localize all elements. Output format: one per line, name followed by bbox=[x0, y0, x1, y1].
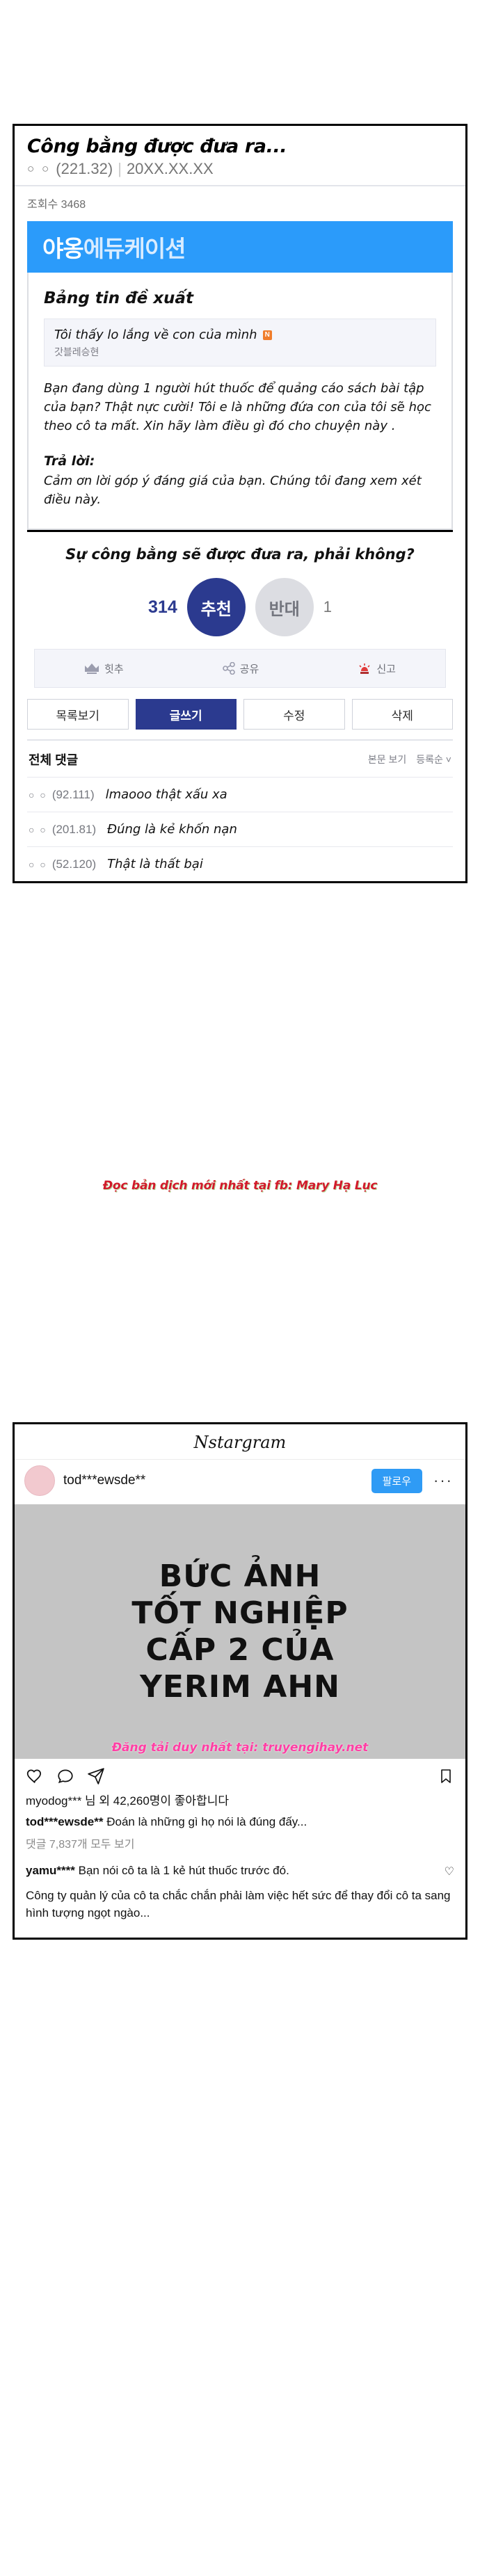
education-banner: 야옹에듀케이션 bbox=[27, 221, 453, 273]
meta-separator: | bbox=[118, 160, 122, 177]
post-date: 20XX.XX.XX bbox=[126, 160, 214, 177]
forum-post-panel: Công bằng được đưa ra... ○ ○ (221.32) | … bbox=[13, 124, 467, 883]
comment-author: ○ ○ (201.81) bbox=[29, 823, 96, 837]
instagram-user-bar: tod***ewsde** 팔로우 ··· bbox=[15, 1459, 465, 1504]
comment-author-ip: (92.111) bbox=[51, 788, 95, 801]
share-bar: 힛추 공유 신고 bbox=[34, 649, 446, 688]
comment-author-dots-icon: ○ ○ bbox=[29, 859, 47, 870]
view-count: 조회수 3468 bbox=[15, 185, 465, 218]
comment-author: ○ ○ (92.111) bbox=[29, 788, 95, 802]
banner-title-bold: 야옹 bbox=[42, 236, 84, 261]
follow-button[interactable]: 팔로우 bbox=[371, 1468, 423, 1493]
hit-recommend-button[interactable]: 힛추 bbox=[84, 661, 124, 676]
instagram-action-bar bbox=[15, 1759, 465, 1791]
caption-username[interactable]: tod***ewsde** bbox=[26, 1815, 103, 1828]
share-label: 공유 bbox=[239, 663, 259, 675]
quoted-post-title-row: Tôi thấy lo lắng về con của mình N bbox=[54, 328, 426, 342]
downvote-count: 1 bbox=[323, 598, 332, 615]
comment-author-ip: (201.81) bbox=[51, 823, 97, 836]
siren-icon bbox=[359, 663, 370, 674]
comment-author-ip: (52.120) bbox=[51, 858, 97, 871]
comment-content: yamu**** Bạn nói cô ta là 1 kẻ hút thuốc… bbox=[26, 1862, 438, 1880]
question-text: Sự công bằng sẽ được đưa ra, phải không? bbox=[27, 530, 453, 575]
downvote-button[interactable]: 반대 bbox=[255, 578, 314, 636]
post-body-text: Bạn đang dùng 1 người hút thuốc để quảng… bbox=[44, 381, 431, 433]
new-badge: N bbox=[262, 330, 272, 340]
bookmark-icon[interactable] bbox=[438, 1767, 454, 1785]
comment-continuation: Công ty quản lý của cô ta chắc chắn phải… bbox=[26, 1888, 451, 1920]
sort-order-dropdown[interactable]: 등록순 ˅ bbox=[416, 752, 451, 766]
post-caption: tod***ewsde** Đoán là những gì họ nói là… bbox=[15, 1811, 465, 1830]
quoted-post-author: 갓블레승현 bbox=[54, 346, 99, 357]
translator-watermark: Đọc bản dịch mới nhất tại fb: Mary Hạ Lụ… bbox=[102, 1179, 378, 1193]
report-button[interactable]: 신고 bbox=[358, 661, 396, 676]
instagram-panel: Nstargram tod***ewsde** 팔로우 ··· BỨC ẢNH … bbox=[13, 1422, 467, 1940]
write-button[interactable]: 글쓰기 bbox=[135, 699, 237, 730]
author-dots-icon: ○ ○ bbox=[27, 162, 51, 175]
heart-icon[interactable] bbox=[26, 1767, 44, 1785]
upvote-count: 314 bbox=[148, 597, 177, 617]
avatar[interactable] bbox=[24, 1465, 55, 1496]
share-button[interactable]: 공유 bbox=[222, 661, 259, 676]
view-original-link[interactable]: 본문 보기 bbox=[368, 752, 406, 766]
photo-text-line: TỐT NGHIỆP bbox=[131, 1595, 349, 1631]
comment-author-dots-icon: ○ ○ bbox=[29, 789, 47, 800]
report-label: 신고 bbox=[376, 663, 396, 675]
view-all-comments-link[interactable]: 댓글 7,837개 모두 보기 bbox=[15, 1830, 465, 1858]
caption-text: Đoán là những gì họ nói là đúng đấy... bbox=[106, 1815, 307, 1828]
like-count: myodog*** 님 외 42,260명이 좋아합니다 bbox=[26, 1794, 229, 1808]
share-icon bbox=[222, 662, 235, 675]
delete-button[interactable]: 삭제 bbox=[351, 699, 453, 730]
action-button-row: 목록보기 글쓰기 수정 삭제 bbox=[15, 699, 465, 739]
comment-icon[interactable] bbox=[56, 1767, 74, 1785]
comment-body: Bạn nói cô ta là 1 kẻ hút thuốc trước đó… bbox=[78, 1864, 289, 1877]
comment-text: Đúng là kẻ khốn nạn bbox=[107, 822, 237, 837]
comment-author-dots-icon: ○ ○ bbox=[29, 824, 47, 835]
reply-text: Cảm ơn lời góp ý đáng giá của bạn. Chúng… bbox=[44, 474, 422, 507]
photo-text-line: YERIM AHN bbox=[140, 1669, 340, 1705]
instagram-username[interactable]: tod***ewsde** bbox=[63, 1473, 363, 1488]
comments-filters: 본문 보기 등록순 ˅ bbox=[368, 752, 451, 766]
article-heading: Bảng tin đề xuất bbox=[44, 289, 193, 307]
edit-button[interactable]: 수정 bbox=[243, 699, 345, 730]
photo-text-line: CẤP 2 CỦA bbox=[145, 1632, 335, 1668]
quoted-post[interactable]: Tôi thấy lo lắng về con của mình N 갓블레승현 bbox=[44, 319, 436, 367]
send-icon[interactable] bbox=[87, 1767, 105, 1785]
comments-header: 전체 댓글 본문 보기 등록순 ˅ bbox=[27, 739, 453, 777]
list-view-button[interactable]: 목록보기 bbox=[27, 699, 129, 730]
comment-author: ○ ○ (52.120) bbox=[29, 858, 96, 871]
forum-header: Công bằng được đưa ra... ○ ○ (221.32) | … bbox=[15, 126, 465, 185]
comment-text: Thật là thất bại bbox=[107, 857, 203, 871]
instagram-photo: BỨC ẢNH TỐT NGHIỆP CẤP 2 CỦA YERIM AHN Đ… bbox=[15, 1504, 465, 1759]
quoted-post-title: Tôi thấy lo lắng về con của mình bbox=[54, 328, 257, 342]
vote-row: 314 추천 반대 1 bbox=[15, 575, 465, 649]
comment-row[interactable]: ○ ○ (201.81) Đúng là kẻ khốn nạn bbox=[27, 812, 453, 846]
comments-title: 전체 댓글 bbox=[29, 753, 79, 767]
instagram-logo: Nstargram bbox=[193, 1433, 287, 1452]
photo-text-line: BỨC ẢNH bbox=[159, 1559, 321, 1594]
hit-recommend-label: 힛추 bbox=[104, 663, 124, 675]
author-ip: (221.32) bbox=[56, 160, 113, 177]
site-watermark: Đăng tải duy nhất tại: truyengihay.net bbox=[111, 1741, 369, 1755]
more-options-icon[interactable]: ··· bbox=[431, 1472, 456, 1490]
banner-title-soft: 에듀케이션 bbox=[83, 236, 186, 261]
reply-label: Trả lời: bbox=[44, 453, 95, 469]
comment-row[interactable]: ○ ○ (92.111) lmaooo thật xấu xa bbox=[27, 777, 453, 812]
page-title: Công bằng được đưa ra... bbox=[27, 136, 287, 157]
comment-text: lmaooo thật xấu xa bbox=[105, 787, 227, 802]
article-body: Bảng tin đề xuất Tôi thấy lo lắng về con… bbox=[27, 273, 453, 530]
comment-username[interactable]: yamu**** bbox=[26, 1864, 75, 1877]
instagram-comment: yamu**** Bạn nói cô ta là 1 kẻ hút thuốc… bbox=[15, 1858, 465, 1887]
banner-title: 야옹에듀케이션 bbox=[42, 230, 186, 264]
crown-icon bbox=[85, 663, 99, 674]
post-meta: ○ ○ (221.32) | 20XX.XX.XX bbox=[27, 160, 453, 178]
upvote-button[interactable]: 추천 bbox=[186, 578, 246, 636]
comment-row[interactable]: ○ ○ (52.120) Thật là thất bại bbox=[27, 846, 453, 881]
comment-like-heart-icon[interactable]: ♡ bbox=[445, 1862, 454, 1878]
